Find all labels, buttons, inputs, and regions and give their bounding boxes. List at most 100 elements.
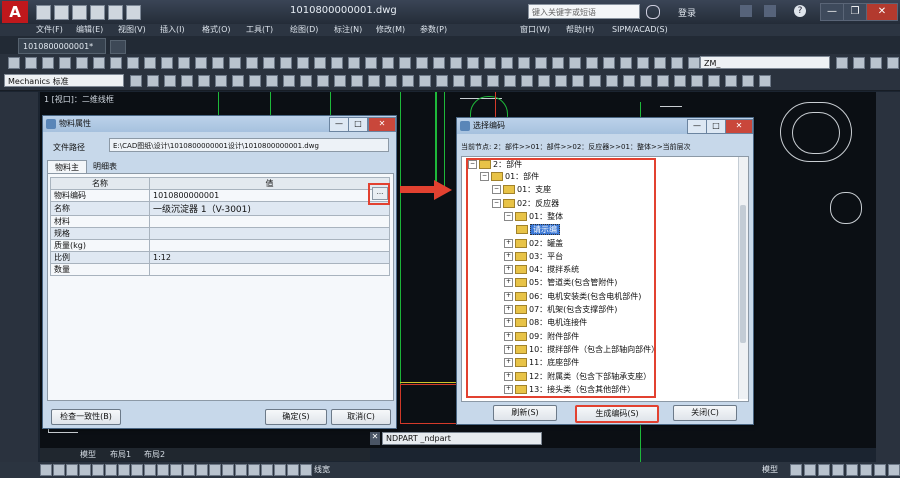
menu-edit[interactable]: 编辑(E) <box>76 24 103 36</box>
toolbar-icon[interactable] <box>212 57 224 69</box>
status-toggle-icon[interactable] <box>105 464 117 476</box>
toolbar-icon[interactable] <box>416 57 428 69</box>
expand-icon[interactable]: + <box>504 358 513 368</box>
menu-help[interactable]: 帮助(H) <box>566 24 594 36</box>
toolbar-icon[interactable] <box>368 75 380 87</box>
toolbar-icon[interactable] <box>836 57 848 69</box>
toolbar-icon[interactable] <box>504 75 516 87</box>
close-button[interactable]: ✕ <box>368 117 396 132</box>
prop-value[interactable]: 一级沉淀器 1（V-3001) <box>149 201 390 216</box>
toolbar-icon[interactable] <box>759 75 771 87</box>
toolbar-icon[interactable] <box>127 57 139 69</box>
toolbar-icon[interactable] <box>470 75 482 87</box>
document-tab[interactable]: 1010800000001* <box>18 38 106 54</box>
toolbar-icon[interactable] <box>637 57 649 69</box>
toolbar-icon[interactable] <box>178 57 190 69</box>
toolbar-icon[interactable] <box>297 57 309 69</box>
print-icon[interactable] <box>90 5 105 20</box>
toolbar-icon[interactable] <box>654 57 666 69</box>
status-toggle-icon[interactable] <box>170 464 182 476</box>
dialog-titlebar[interactable]: 选择编码 — □ ✕ <box>457 118 753 134</box>
tree-item[interactable]: − 01：整体 <box>504 211 563 223</box>
toolbar-icon[interactable] <box>467 57 479 69</box>
expand-icon[interactable]: + <box>504 291 513 301</box>
tree-item[interactable]: − 01：部件 <box>480 171 539 183</box>
tree-root[interactable]: − 2：部件 <box>468 159 522 171</box>
toolbar-icon[interactable] <box>161 57 173 69</box>
expand-icon[interactable]: + <box>504 278 513 288</box>
toolbar-icon[interactable] <box>198 75 210 87</box>
cancel-button[interactable]: 取消(C) <box>331 409 391 425</box>
toolbar-icon[interactable] <box>518 57 530 69</box>
toolbar-icon[interactable] <box>385 75 397 87</box>
status-toggle-icon[interactable] <box>53 464 65 476</box>
ok-button[interactable]: 确定(S) <box>265 409 327 425</box>
expand-icon[interactable]: + <box>504 371 513 381</box>
toolbar-icon[interactable] <box>708 75 720 87</box>
toolbar-icon[interactable] <box>433 57 445 69</box>
menu-draw[interactable]: 绘图(D) <box>290 24 318 36</box>
expand-icon[interactable]: + <box>504 318 513 328</box>
status-tray-icon[interactable] <box>804 464 816 476</box>
autocad-logo-icon[interactable]: A <box>2 1 28 23</box>
expand-icon[interactable]: + <box>504 251 513 261</box>
toolbar-icon[interactable] <box>453 75 465 87</box>
search-icon[interactable] <box>646 5 660 19</box>
toolbar-icon[interactable] <box>181 75 193 87</box>
toolbar-icon[interactable] <box>144 57 156 69</box>
status-tray-icon[interactable] <box>818 464 830 476</box>
status-toggle-icon[interactable] <box>261 464 273 476</box>
undo-icon[interactable] <box>108 5 123 20</box>
toolbar-icon[interactable] <box>382 57 394 69</box>
status-tray-icon[interactable] <box>888 464 900 476</box>
toolbar-icon[interactable] <box>691 75 703 87</box>
login-link[interactable]: 登录 <box>678 6 696 19</box>
toolbar-icon[interactable] <box>555 75 567 87</box>
toolbar-icon[interactable] <box>76 57 88 69</box>
expand-icon[interactable]: + <box>504 344 513 354</box>
status-toggle-icon[interactable] <box>144 464 156 476</box>
toolbar-icon[interactable] <box>603 57 615 69</box>
toolbar-icon[interactable] <box>657 75 669 87</box>
toolbar-icon[interactable] <box>487 75 499 87</box>
status-toggle-icon[interactable] <box>209 464 221 476</box>
tree-item[interactable]: 请示编 <box>516 224 560 236</box>
status-toggle-icon[interactable] <box>222 464 234 476</box>
toolbar-icon[interactable] <box>484 57 496 69</box>
expand-icon[interactable]: + <box>504 305 513 314</box>
path-field[interactable]: E:\CAD图纸\设计\1010800000001设计\101080000000… <box>109 138 389 152</box>
dialog-titlebar[interactable]: 物料属性 — □ ✕ <box>43 116 396 132</box>
tree-item[interactable]: +10：搅拌部件（包含上部轴向部件） <box>504 344 659 356</box>
prop-value[interactable] <box>149 263 390 276</box>
tab-layout1[interactable]: 布局1 <box>110 448 131 461</box>
tree-item[interactable]: +03：平台 <box>504 251 563 263</box>
toolbar-icon[interactable] <box>215 75 227 87</box>
status-toggle-icon[interactable] <box>248 464 260 476</box>
toolbar-icon[interactable] <box>246 57 258 69</box>
save-icon[interactable] <box>72 5 87 20</box>
status-toggle-icon[interactable] <box>40 464 52 476</box>
toolbar-icon[interactable] <box>110 57 122 69</box>
status-tray-icon[interactable] <box>790 464 802 476</box>
maximize-button[interactable]: □ <box>348 117 368 132</box>
toolbar-icon[interactable] <box>317 75 329 87</box>
tree-item[interactable]: +06：电机安装类(包含电机部件) <box>504 291 641 303</box>
toolbar-icon[interactable] <box>535 57 547 69</box>
prop-value[interactable] <box>149 227 390 240</box>
status-toggle-icon[interactable] <box>274 464 286 476</box>
toolbar-icon[interactable] <box>300 75 312 87</box>
browse-button[interactable]: ... <box>372 187 388 200</box>
tree-scrollbar[interactable] <box>738 157 748 399</box>
status-toggle-icon[interactable] <box>118 464 130 476</box>
tree-item[interactable]: +09：附件部件 <box>504 331 579 343</box>
menu-insert[interactable]: 插入(I) <box>160 24 185 36</box>
toolbar-icon[interactable] <box>365 57 377 69</box>
toolbar-icon[interactable] <box>130 75 142 87</box>
toolbar-icon[interactable] <box>725 75 737 87</box>
prop-value[interactable]: 1010800000001 <box>149 189 390 202</box>
toolbar-icon[interactable] <box>195 57 207 69</box>
prop-value[interactable]: 1:12 <box>149 251 390 264</box>
toolbar-icon[interactable] <box>331 57 343 69</box>
toolbar-icon[interactable] <box>419 75 431 87</box>
close-button[interactable]: ✕ <box>725 119 753 134</box>
